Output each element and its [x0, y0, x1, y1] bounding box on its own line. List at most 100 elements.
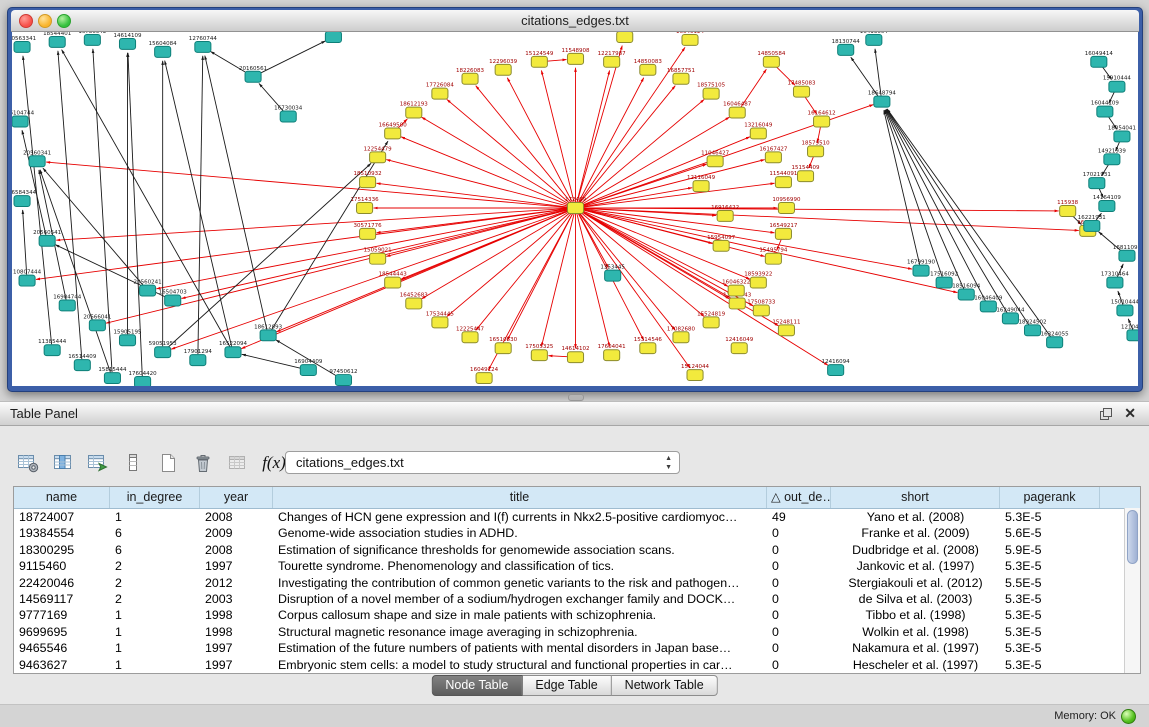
table-cell[interactable]: Tibbo et al. (1998) [831, 607, 1000, 623]
graph-node[interactable] [14, 196, 30, 207]
table-cell[interactable]: 0 [767, 591, 831, 607]
table-row[interactable]: 1938455462009Genome-wide association stu… [14, 525, 1140, 541]
graph-node[interactable] [14, 41, 30, 52]
graph-node[interactable] [19, 275, 35, 286]
graph-edge[interactable] [205, 56, 267, 330]
graph-node[interactable] [1109, 81, 1125, 92]
table-cell[interactable]: 5.3E-5 [1000, 657, 1100, 673]
table-cell[interactable]: 0 [767, 624, 831, 640]
table-cell[interactable]: 2012 [200, 575, 273, 591]
graph-node[interactable] [432, 317, 448, 328]
table-cell[interactable]: 1998 [200, 624, 273, 640]
graph-node[interactable] [1047, 337, 1063, 348]
table-cell[interactable]: 1997 [200, 558, 273, 574]
tab-network-table[interactable]: Network Table [612, 675, 718, 696]
graph-edge[interactable] [885, 110, 942, 277]
table-cell[interactable]: 0 [767, 525, 831, 541]
table-cell[interactable]: 18724007 [14, 509, 110, 525]
graph-node[interactable] [49, 36, 65, 47]
graph-node[interactable] [808, 146, 824, 157]
graph-edge[interactable] [578, 213, 608, 267]
graph-node[interactable] [1024, 325, 1040, 336]
graph-node[interactable] [190, 355, 206, 366]
graph-node[interactable] [325, 32, 341, 42]
graph-edge[interactable] [541, 70, 574, 202]
table-row[interactable]: 1456911722003Disruption of a novel membe… [14, 591, 1140, 607]
graph-node[interactable] [1114, 131, 1130, 142]
graph-node[interactable] [119, 38, 135, 49]
table-cell[interactable]: Investigating the contribution of common… [273, 575, 767, 591]
panel-splitter[interactable] [0, 392, 1149, 401]
table-cell[interactable]: Tourette syndrome. Phenomenology and cla… [273, 558, 767, 574]
table-cell[interactable]: 2003 [200, 591, 273, 607]
graph-node[interactable] [958, 289, 974, 300]
table-cell[interactable]: Estimation of the future numbers of pati… [273, 640, 767, 656]
table-cell[interactable]: 5.3E-5 [1000, 591, 1100, 607]
graph-node[interactable] [1099, 201, 1115, 212]
table-cell[interactable]: 0 [767, 640, 831, 656]
show-columns-icon[interactable] [49, 450, 76, 477]
graph-edge[interactable] [875, 49, 881, 96]
graph-node[interactable] [765, 253, 781, 264]
graph-node[interactable] [640, 64, 656, 75]
table-cell[interactable]: 1997 [200, 657, 273, 673]
table-cell[interactable]: 1 [110, 607, 200, 623]
graph-node[interactable] [165, 295, 181, 306]
table-cell[interactable]: Disruption of a novel member of a sodium… [273, 591, 767, 607]
graph-node[interactable] [1107, 277, 1123, 288]
graph-node[interactable] [567, 53, 583, 64]
table-cell[interactable]: Embryonic stem cells: a model to study s… [273, 657, 767, 673]
table-cell[interactable]: Dudbridge et al. (2008) [831, 542, 1000, 558]
table-cell[interactable]: 0 [767, 558, 831, 574]
graph-node[interactable] [335, 375, 351, 386]
graph-node[interactable] [838, 44, 854, 55]
table-cell[interactable]: 9777169 [14, 607, 110, 623]
table-cell[interactable]: Genome-wide association studies in ADHD. [273, 525, 767, 541]
graph-node[interactable] [693, 181, 709, 192]
graph-node[interactable] [673, 332, 689, 343]
table-cell[interactable]: 49 [767, 509, 831, 525]
graph-edge[interactable] [476, 213, 572, 331]
graph-node[interactable] [1089, 178, 1105, 189]
graph-node[interactable] [640, 343, 656, 354]
table-cell[interactable]: Stergiakouli et al. (2012) [831, 575, 1000, 591]
table-cell[interactable]: 1 [110, 640, 200, 656]
graph-edge[interactable] [128, 53, 142, 376]
graph-node[interactable] [360, 228, 376, 239]
graph-node[interactable] [1002, 313, 1018, 324]
graph-node[interactable] [495, 64, 511, 75]
table-settings-icon[interactable] [14, 450, 41, 477]
table-cell[interactable]: 22420046 [14, 575, 110, 591]
graph-node[interactable] [495, 343, 511, 354]
table-cell[interactable]: de Silva et al. (2003) [831, 591, 1000, 607]
graph-node[interactable] [775, 228, 791, 239]
table-cell[interactable]: 6 [110, 525, 200, 541]
network-view[interactable]: 1751433618510932122544791664950018612193… [12, 32, 1138, 386]
graph-node[interactable] [280, 111, 296, 122]
graph-edge[interactable] [545, 60, 566, 62]
graph-edge[interactable] [46, 162, 569, 207]
graph-edge[interactable] [581, 137, 750, 206]
graph-node[interactable] [12, 116, 28, 127]
graph-edge[interactable] [22, 130, 46, 235]
scrollbar-thumb[interactable] [1127, 510, 1138, 564]
import-table-icon[interactable] [224, 450, 251, 477]
table-cell[interactable]: Wolkin et al. (1998) [831, 624, 1000, 640]
graph-edge[interactable] [258, 41, 325, 74]
graph-node[interactable] [1091, 56, 1107, 67]
graph-edge[interactable] [23, 210, 27, 275]
table-cell[interactable]: 5.3E-5 [1000, 558, 1100, 574]
graph-node[interactable] [775, 177, 791, 188]
graph-node[interactable] [567, 203, 583, 214]
table-row[interactable]: 1830029562008Estimation of significance … [14, 542, 1140, 558]
graph-node[interactable] [936, 277, 952, 288]
graph-node[interactable] [245, 71, 261, 82]
graph-node[interactable] [617, 32, 633, 42]
graph-node[interactable] [1060, 206, 1076, 217]
table-cell[interactable]: 2 [110, 558, 200, 574]
graph-edge[interactable] [581, 188, 692, 207]
graph-node[interactable] [797, 171, 813, 182]
graph-node[interactable] [406, 298, 422, 309]
table-cell[interactable]: 9465546 [14, 640, 110, 656]
graph-node[interactable] [531, 56, 547, 67]
